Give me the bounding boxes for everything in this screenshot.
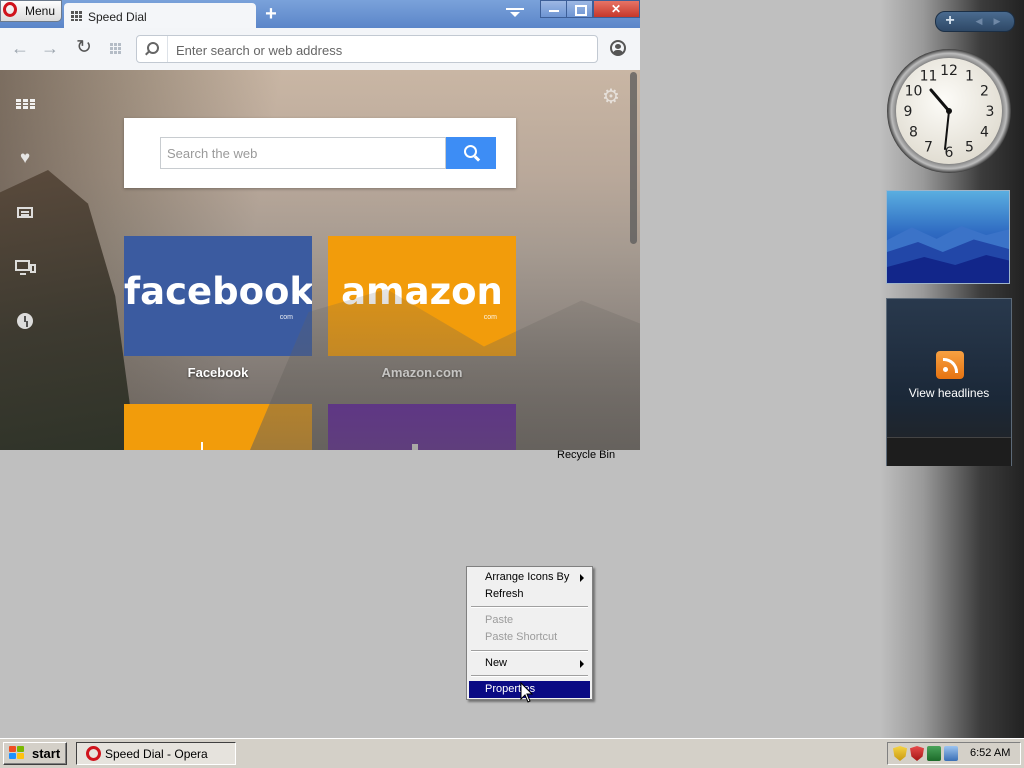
profile-icon[interactable] — [610, 40, 626, 56]
rss-icon — [936, 351, 964, 379]
sidebar-news-icon[interactable] — [14, 202, 36, 224]
menu-item-arrange-icons-by[interactable]: Arrange Icons By — [469, 569, 590, 586]
facebook-logo: facebook — [124, 270, 312, 313]
tab-menu-icon[interactable] — [506, 8, 524, 22]
new-tab-button[interactable]: + — [262, 4, 280, 24]
clock-numeral: 12 — [940, 63, 958, 79]
menu-label: Menu — [25, 4, 56, 18]
sidebar-speed-dial-icon[interactable] — [14, 93, 36, 115]
menu-item-paste-shortcut: Paste Shortcut — [469, 629, 590, 646]
opera-menu-button[interactable]: Menu — [0, 0, 62, 22]
clock-gadget[interactable]: 12 1234567891011 — [886, 48, 1012, 174]
gear-icon[interactable]: ⚙ — [601, 87, 621, 107]
grid-icon — [110, 43, 122, 54]
domain-mark: com — [483, 314, 497, 321]
menu-item-refresh[interactable]: Refresh — [469, 586, 590, 603]
tile-label-amazon: Amazon.com — [381, 365, 463, 380]
clock-numeral: 3 — [986, 104, 995, 120]
next-page-icon[interactable]: ▶ — [990, 12, 1004, 31]
tab-speed-dial[interactable]: Speed Dial — [64, 3, 256, 28]
clock-numeral: 8 — [909, 125, 918, 141]
menu-item-label: New — [485, 657, 508, 669]
clock-numeral: 1 — [965, 69, 974, 85]
back-arrow-icon[interactable]: ← — [10, 38, 30, 58]
search-input[interactable] — [160, 137, 446, 169]
menu-separator — [471, 606, 588, 608]
speed-dial-grid-icon — [71, 11, 83, 21]
feed-headlines-gadget[interactable]: View headlines — [886, 298, 1012, 466]
tab-title: Speed Dial — [88, 10, 147, 24]
desktop-context-menu: Arrange Icons By Refresh Paste Paste Sho… — [466, 566, 593, 700]
search-button[interactable] — [446, 137, 496, 169]
address-bar[interactable] — [136, 35, 598, 63]
recycle-bin-label[interactable]: Recycle Bin — [557, 449, 615, 461]
navigation-toolbar: ← → ↻ — [0, 28, 640, 71]
tile-fourth[interactable] — [328, 404, 516, 450]
tile-third[interactable] — [124, 404, 312, 450]
menu-separator — [471, 650, 588, 652]
sidebar-heart-icon[interactable]: ♥ — [14, 147, 36, 169]
domain-mark: com — [279, 314, 293, 321]
reload-icon[interactable]: ↻ — [74, 38, 94, 58]
taskbar-item-opera[interactable]: Speed Dial - Opera — [76, 742, 236, 765]
menu-item-label: Paste — [485, 614, 514, 626]
add-gadget-button[interactable]: + — [942, 12, 958, 31]
title-bar[interactable]: Menu Speed Dial + — [0, 0, 640, 28]
taskbar: start Speed Dial - Opera 6:52 AM — [0, 738, 1024, 768]
speed-dial-button[interactable] — [106, 38, 126, 58]
menu-item-label: Paste Shortcut — [485, 631, 558, 643]
address-input[interactable] — [174, 39, 588, 61]
menu-item-new[interactable]: New — [469, 655, 590, 672]
taskbar-clock[interactable]: 6:52 AM — [970, 747, 1010, 759]
opera-logo-icon — [3, 2, 17, 17]
clock-numeral: 4 — [980, 125, 989, 141]
antivirus-shield-icon[interactable] — [910, 746, 924, 761]
clock-numeral: 5 — [965, 140, 974, 156]
minimize-button[interactable] — [540, 0, 567, 18]
slideshow-gadget[interactable] — [886, 190, 1010, 284]
view-headlines-label[interactable]: View headlines — [887, 386, 1011, 400]
start-button[interactable]: start — [3, 742, 67, 765]
opera-logo-icon — [86, 746, 101, 761]
close-button[interactable] — [593, 0, 640, 18]
search-widget — [124, 118, 516, 188]
clock-numeral: 2 — [980, 84, 989, 100]
sidebar-history-icon[interactable] — [14, 310, 36, 332]
scrollbar[interactable] — [630, 72, 637, 244]
menu-item-paste: Paste — [469, 612, 590, 629]
security-shield-icon[interactable] — [893, 746, 907, 761]
tile-amazon[interactable]: amazon com — [328, 236, 516, 356]
submenu-arrow-icon — [580, 660, 584, 668]
menu-separator — [471, 675, 588, 677]
clock-numeral: 9 — [904, 104, 913, 120]
search-icon — [137, 36, 168, 62]
volume-icon[interactable] — [944, 746, 958, 761]
mouse-cursor-icon — [520, 682, 534, 703]
speed-dial-page: ♥ ⚙ facebook com Facebook amazon com Ama… — [0, 70, 640, 450]
forward-arrow-icon[interactable]: → — [40, 38, 60, 58]
windows-logo-icon — [9, 746, 27, 761]
maximize-button[interactable] — [566, 0, 593, 18]
clock-numeral: 11 — [920, 69, 938, 85]
menu-item-label: Refresh — [485, 588, 524, 600]
menu-item-label: Arrange Icons By — [485, 571, 570, 583]
clock-numeral: 10 — [905, 84, 923, 100]
start-label: start — [32, 746, 61, 761]
clock-numeral: 7 — [924, 140, 933, 156]
opera-window: Menu Speed Dial + ← → ↻ ♥ — [0, 0, 640, 450]
sidebar-devices-icon[interactable] — [14, 256, 36, 278]
system-tray: 6:52 AM — [887, 742, 1021, 765]
previous-page-icon[interactable]: ◀ — [972, 12, 986, 31]
tile-facebook[interactable]: facebook com — [124, 236, 312, 356]
amazon-logo: amazon — [341, 270, 503, 313]
taskbar-item-label: Speed Dial - Opera — [105, 747, 208, 761]
submenu-arrow-icon — [580, 574, 584, 582]
gadget-controls: + ◀ ▶ — [935, 11, 1015, 32]
network-icon[interactable] — [927, 746, 941, 761]
tile-label-facebook: Facebook — [187, 365, 249, 380]
